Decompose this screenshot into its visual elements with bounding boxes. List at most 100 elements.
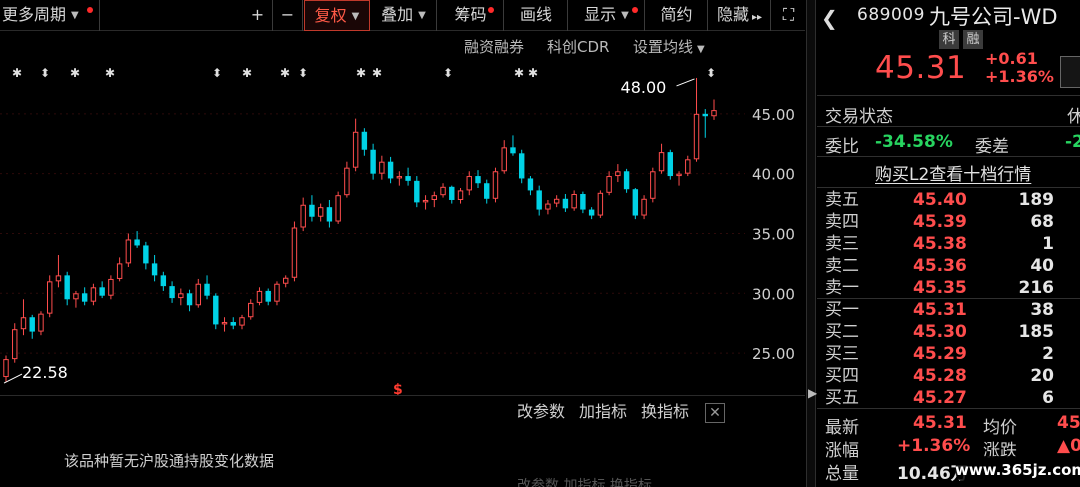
- pct-change-value: +1.36%: [897, 436, 971, 456]
- ma-settings-dropdown[interactable]: 设置均线 ▼: [633, 36, 705, 58]
- order-row[interactable]: 卖五 45.40 189: [817, 189, 1080, 211]
- draw-line-button[interactable]: 画线: [505, 0, 568, 31]
- buy-l2-link[interactable]: 购买L2查看十档行情: [875, 160, 1031, 185]
- add-indicator-button[interactable]: 加指标: [579, 398, 627, 426]
- candle-body: [213, 295, 219, 325]
- zoom-out-button[interactable]: −: [273, 0, 303, 31]
- simple-mode-button[interactable]: 简约: [646, 0, 708, 31]
- avg-price-label: 均价: [983, 418, 1017, 438]
- candle-body: [484, 183, 490, 199]
- candle-body: [160, 275, 167, 287]
- period-dropdown[interactable]: 更多周期 ▼: [0, 0, 100, 31]
- site-watermark: www.365jz.com: [955, 456, 1080, 484]
- candle-body: [204, 283, 210, 296]
- chevron-down-icon: ▼: [621, 10, 629, 21]
- order-volume: 185: [1018, 322, 1055, 342]
- candle-body: [553, 198, 560, 204]
- candle-body: [606, 176, 612, 193]
- candle-body: [335, 195, 341, 222]
- candle-body: [186, 293, 193, 306]
- divider: [817, 408, 1080, 409]
- event-marker-icon: ⬍: [298, 66, 308, 80]
- weibi-value: -34.58%: [875, 132, 953, 152]
- stock-code: 689009: [857, 5, 925, 25]
- overlay-label: 叠加: [381, 5, 414, 24]
- order-row[interactable]: 卖四 45.39 68: [817, 211, 1080, 233]
- order-level-label: 买一: [825, 300, 859, 320]
- candle-body: [676, 173, 682, 177]
- fullscreen-icon[interactable]: ⛶: [772, 0, 805, 31]
- candle-body: [685, 159, 691, 174]
- order-row[interactable]: 卖三 45.38 1: [817, 233, 1080, 255]
- chevron-down-icon: ▼: [71, 10, 79, 21]
- candle-body: [562, 198, 569, 209]
- order-price: 45.40: [913, 190, 967, 210]
- volume-label: 总量: [825, 464, 859, 484]
- y-tick-label: 40.00: [752, 166, 795, 184]
- kline-chart-area[interactable]: 45.00 40.00 35.00 30.00 25.00 ✱ ⬍ ✱ ✱ ⬍ ✱ ✱ ⬍ ✱ ✱ ⬍ ✱ ✱ ⬍ 4…: [0, 60, 805, 395]
- change-percent: +1.36%: [985, 67, 1054, 86]
- order-volume: 6: [1042, 388, 1054, 408]
- order-price: 45.31: [913, 300, 967, 320]
- candle-body: [282, 277, 289, 284]
- divider: [817, 156, 1080, 157]
- candle-body: [274, 283, 280, 302]
- weicha-value: -2: [1065, 132, 1080, 152]
- order-row[interactable]: 买五 45.27 6: [817, 387, 1080, 409]
- display-dropdown[interactable]: 显示 ▼: [569, 0, 645, 31]
- overlay-dropdown[interactable]: 叠加 ▼: [371, 0, 437, 31]
- order-row[interactable]: 买二 45.30 185: [817, 321, 1080, 343]
- chart-toolbar: 更多周期 ▼ + − 复权 ▼ 叠加 ▼ 筹码 画线 显示 ▼ 简约 隐藏 ▸▸ ⛶: [0, 0, 805, 31]
- order-row[interactable]: 买四 45.28 20: [817, 365, 1080, 387]
- star-market-badge: 科: [939, 30, 959, 49]
- candle-body: [99, 287, 105, 296]
- margin-trading-link[interactable]: 融资融券: [464, 36, 524, 58]
- trade-status-label: 交易状态: [825, 107, 893, 127]
- order-row[interactable]: 买三 45.29 2: [817, 343, 1080, 365]
- order-volume: 189: [1018, 190, 1055, 210]
- candlestick-chart[interactable]: 45.00 40.00 35.00 30.00 25.00 ✱ ⬍ ✱ ✱ ⬍ ✱ ✱ ⬍ ✱ ✱ ⬍ ✱ ✱ ⬍ 4…: [0, 60, 805, 395]
- candle-body: [667, 152, 674, 177]
- candle-body: [108, 278, 114, 296]
- notification-dot: [488, 7, 494, 13]
- candle-body: [169, 286, 175, 299]
- notification-dot: [632, 7, 638, 13]
- candle-body: [116, 263, 123, 279]
- switch-indicator-button[interactable]: 换指标: [641, 398, 689, 426]
- candle-body: [221, 322, 228, 325]
- back-arrow-icon[interactable]: ❮: [821, 6, 838, 30]
- candle-body: [658, 152, 665, 172]
- divider: [817, 95, 1080, 96]
- candle-body: [29, 317, 35, 332]
- candle-body: [580, 194, 586, 210]
- stock-name: 九号公司-WD: [929, 5, 1058, 29]
- candle-body: [414, 180, 420, 203]
- y-tick-label: 45.00: [752, 106, 795, 124]
- candle-body: [632, 189, 639, 216]
- close-icon[interactable]: ✕: [705, 403, 725, 423]
- candle-body: [405, 176, 411, 181]
- low-price-label: 22.58: [22, 363, 68, 382]
- expand-side-button[interactable]: [1060, 56, 1080, 88]
- chips-button[interactable]: 筹码: [438, 0, 504, 31]
- event-marker-icon: ✱: [242, 66, 252, 80]
- updown-value: ▲0: [1057, 436, 1080, 456]
- order-row[interactable]: 卖二 45.36 40: [817, 255, 1080, 277]
- zoom-in-button[interactable]: +: [243, 0, 273, 31]
- adjust-dropdown[interactable]: 复权 ▼: [304, 0, 370, 31]
- candle-body: [361, 131, 368, 150]
- candle-body: [265, 290, 271, 302]
- hide-button[interactable]: 隐藏 ▸▸: [709, 0, 771, 31]
- order-row[interactable]: 卖一 45.35 216: [817, 277, 1080, 299]
- event-marker-icon: ⬍: [212, 66, 222, 80]
- candle-body: [81, 293, 88, 302]
- candle-body: [396, 176, 403, 179]
- panel-divider[interactable]: [806, 0, 816, 487]
- candle-body: [466, 176, 472, 191]
- cdr-link[interactable]: 科创CDR: [547, 36, 609, 58]
- collapse-handle-icon[interactable]: ▶: [808, 386, 817, 400]
- candle-body: [309, 204, 315, 217]
- candle-body: [64, 275, 70, 300]
- change-params-button[interactable]: 改参数: [517, 398, 565, 426]
- order-row[interactable]: 买一 45.31 38: [817, 299, 1080, 321]
